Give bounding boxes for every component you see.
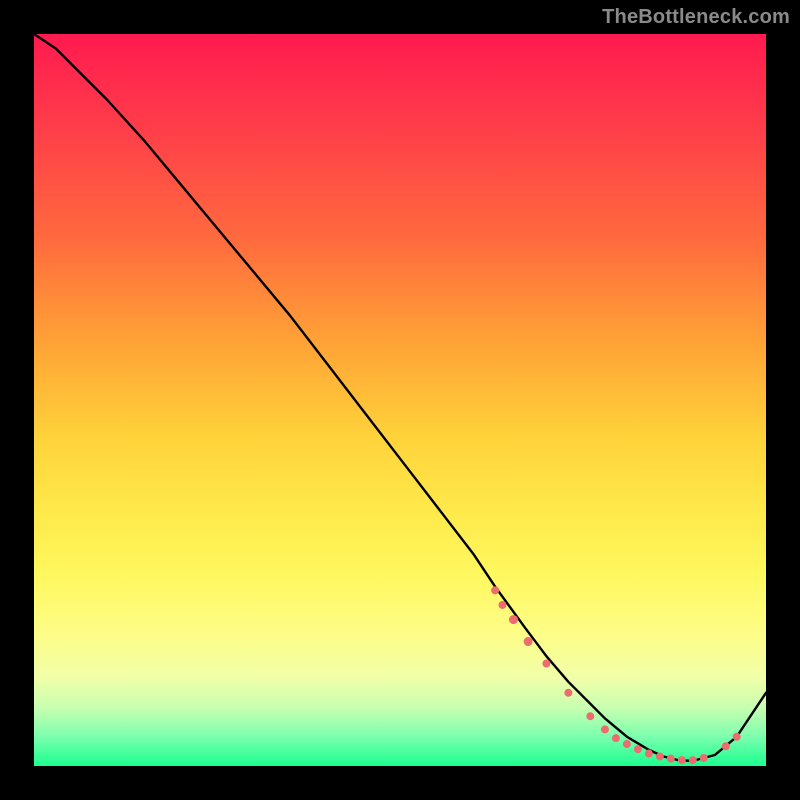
data-marker	[700, 754, 708, 762]
data-marker	[524, 637, 533, 646]
data-marker	[586, 712, 594, 720]
data-marker	[634, 745, 642, 753]
data-marker	[733, 733, 741, 741]
data-marker	[623, 740, 631, 748]
data-marker	[542, 660, 550, 668]
data-marker	[656, 752, 664, 760]
data-marker	[491, 586, 499, 594]
data-marker	[645, 750, 653, 758]
data-marker	[498, 601, 506, 609]
chart-svg	[34, 34, 766, 766]
watermark-text: TheBottleneck.com	[602, 6, 790, 29]
data-marker	[601, 725, 609, 733]
data-marker	[689, 756, 697, 764]
data-marker	[509, 615, 518, 624]
data-marker	[678, 756, 686, 764]
data-marker	[564, 689, 572, 697]
data-marker	[722, 742, 730, 750]
curve-markers	[491, 586, 741, 764]
data-marker	[612, 734, 620, 742]
plot-area	[34, 34, 766, 766]
chart-frame: TheBottleneck.com	[0, 0, 800, 800]
data-marker	[667, 755, 675, 763]
bottleneck-curve	[34, 34, 766, 761]
